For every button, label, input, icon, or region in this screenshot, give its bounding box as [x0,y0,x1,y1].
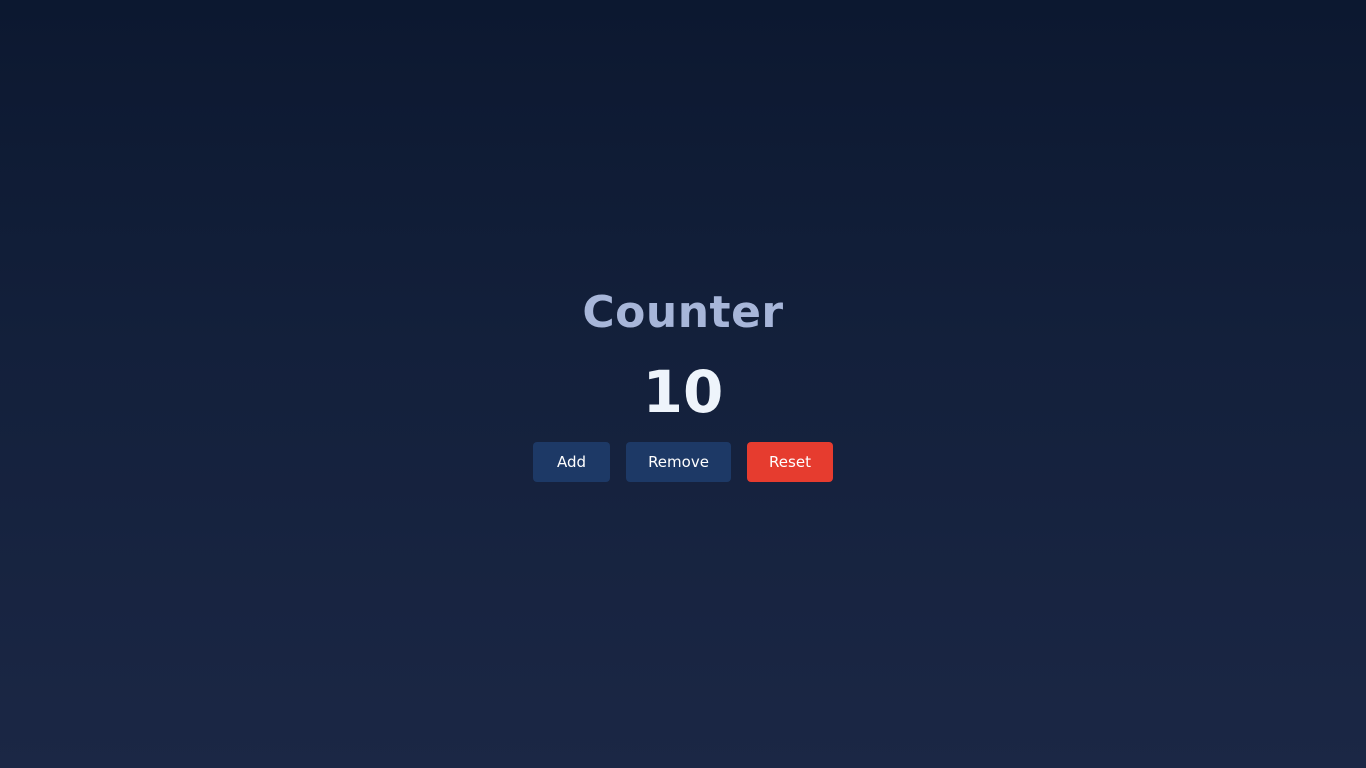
reset-button[interactable]: Reset [747,442,833,482]
remove-button[interactable]: Remove [626,442,731,482]
counter-value: 10 [642,358,724,426]
page-title: Counter [582,287,784,338]
add-button[interactable]: Add [533,442,610,482]
counter-app: Counter 10 Add Remove Reset [0,0,1366,768]
